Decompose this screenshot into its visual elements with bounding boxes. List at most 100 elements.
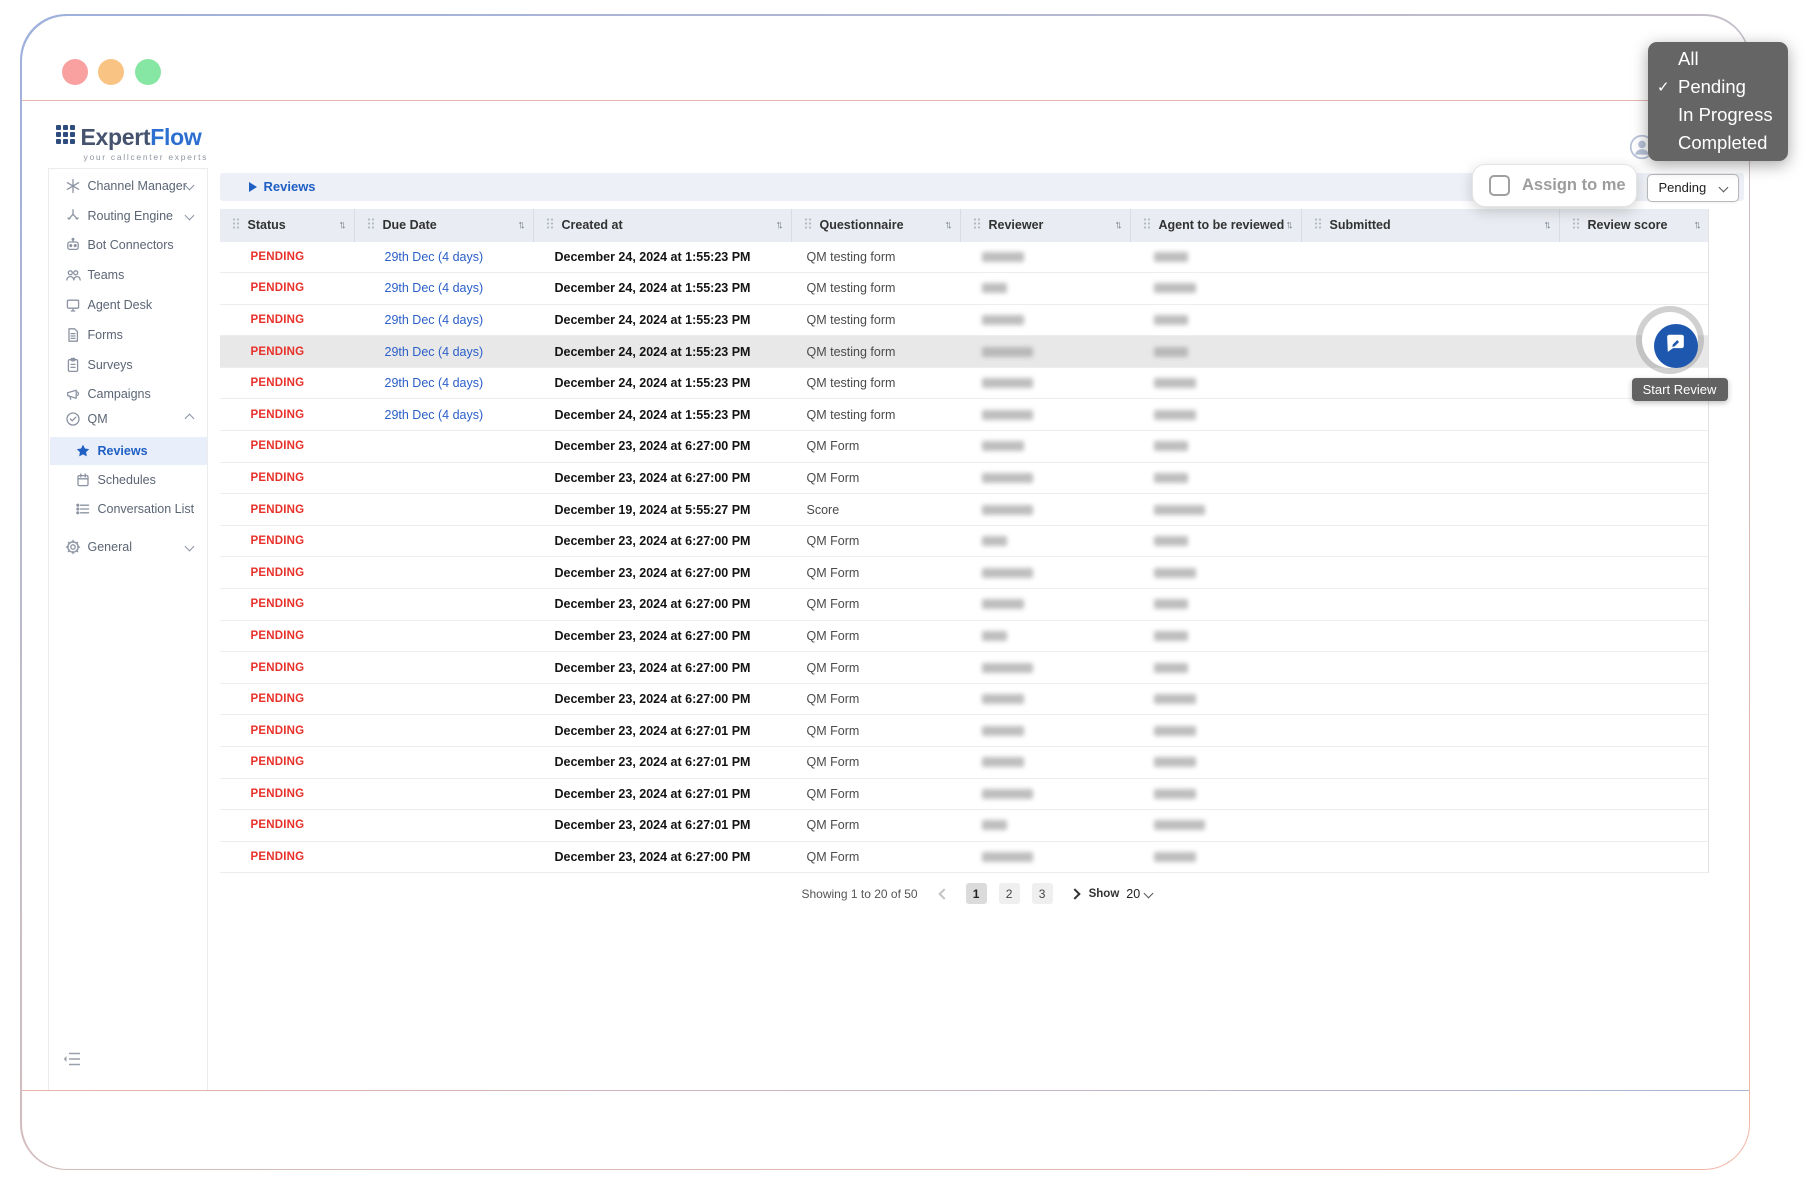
column-header-review-score[interactable]: Review score ↑↓ <box>1560 209 1709 242</box>
page-button-3[interactable]: 3 <box>1031 883 1053 904</box>
assign-to-me-checkbox[interactable] <box>1489 175 1510 196</box>
sort-icon[interactable]: ↑↓ <box>339 219 347 231</box>
table-row[interactable]: PENDING December 19, 2024 at 5:55:27 PM Sc… <box>219 494 1708 526</box>
table-row[interactable]: PENDING December 23, 2024 at 6:27:00 PM QM… <box>219 683 1708 716</box>
status-filter-select[interactable]: Pending <box>1646 173 1739 202</box>
table-row[interactable]: PENDING December 23, 2024 at 6:27:00 PM QM… <box>219 620 1708 653</box>
sidebar-item-bot-connectors[interactable]: Bot Connectors <box>50 231 207 259</box>
sidebar-item-conversation-list[interactable]: Conversation List <box>50 495 207 523</box>
table-row[interactable]: PENDING December 23, 2024 at 6:27:00 PM QM… <box>219 841 1709 874</box>
cell-quest: QM Form <box>806 439 860 454</box>
window-close-button[interactable] <box>61 58 88 85</box>
sidebar-item-qm[interactable]: QM <box>50 405 207 433</box>
sort-icon[interactable]: ↑↓ <box>1286 219 1294 231</box>
filter-option-all[interactable]: All <box>1648 45 1788 73</box>
start-review-button[interactable] <box>1653 323 1698 368</box>
redacted-text <box>981 725 1024 736</box>
qm-icon <box>65 411 81 427</box>
drag-handle-icon[interactable] <box>1143 216 1151 234</box>
table-row[interactable]: PENDING December 23, 2024 at 6:27:01 PM QM… <box>219 747 1708 779</box>
sidebar-item-surveys[interactable]: Surveys <box>50 351 207 379</box>
sidebar-item-routing-engine[interactable]: Routing Engine <box>50 202 207 230</box>
cell-submitted <box>1302 652 1560 683</box>
cell-status: PENDING <box>250 787 305 800</box>
column-header-agent-to-be-reviewed[interactable]: Agent to be reviewed ↑↓ <box>1131 208 1302 242</box>
table-row[interactable]: PENDING 29th Dec (4 days) December 24, 202… <box>219 367 1708 400</box>
show-label: Show <box>1088 887 1120 900</box>
redacted-text <box>1153 820 1205 831</box>
table-row[interactable]: PENDING December 23, 2024 at 6:27:00 PM QM… <box>219 589 1708 621</box>
page-buttons: 123 <box>965 883 1065 904</box>
redacted-text <box>981 820 1007 831</box>
next-page-icon[interactable] <box>1068 887 1081 900</box>
cell-score <box>1560 842 1709 873</box>
filter-option-completed[interactable]: Completed <box>1648 129 1788 157</box>
sidebar-item-label: Routing Engine <box>87 208 173 223</box>
chevron-down-icon <box>1143 888 1154 899</box>
table-row[interactable]: PENDING December 23, 2024 at 6:27:01 PM QM… <box>219 715 1708 747</box>
sidebar-item-schedules[interactable]: Schedules <box>50 466 207 494</box>
table-row[interactable]: PENDING 29th Dec (4 days) December 24, 202… <box>219 399 1708 432</box>
drag-handle-icon[interactable] <box>546 216 554 234</box>
sidebar-item-label: Teams <box>87 267 125 282</box>
table-row[interactable]: PENDING December 23, 2024 at 6:27:01 PM QM… <box>219 778 1708 811</box>
drag-handle-icon[interactable] <box>1314 216 1322 234</box>
toolbar-divider <box>21 99 1749 101</box>
table-row[interactable]: PENDING December 23, 2024 at 6:27:00 PM QM… <box>219 557 1708 590</box>
table-row[interactable]: PENDING December 23, 2024 at 6:27:00 PM QM… <box>219 462 1708 495</box>
redacted-text <box>1153 472 1188 483</box>
drag-handle-icon[interactable] <box>804 216 812 234</box>
sort-icon[interactable]: ↑↓ <box>1115 219 1123 231</box>
sort-icon[interactable]: ↑↓ <box>945 219 953 231</box>
sidebar-collapse-icon[interactable] <box>62 1050 82 1068</box>
sort-icon[interactable]: ↑↓ <box>518 219 526 231</box>
drag-handle-icon[interactable] <box>367 216 375 234</box>
table-row[interactable]: PENDING December 23, 2024 at 6:27:01 PM QM… <box>219 810 1708 842</box>
table-row[interactable]: PENDING 29th Dec (4 days) December 24, 202… <box>219 304 1708 337</box>
table-row[interactable]: PENDING December 23, 2024 at 6:27:00 PM QM… <box>219 431 1708 463</box>
column-header-created-at[interactable]: Created at ↑↓ <box>534 208 792 242</box>
window-zoom-button[interactable] <box>134 58 161 85</box>
table-row[interactable]: PENDING 29th Dec (4 days) December 24, 202… <box>219 273 1708 305</box>
table-row[interactable]: PENDING 29th Dec (4 days) December 24, 202… <box>219 241 1708 274</box>
breadcrumb-label[interactable]: Reviews <box>264 179 316 194</box>
sort-icon[interactable]: ↑↓ <box>1694 219 1702 231</box>
redacted-text <box>1153 504 1205 515</box>
window-minimize-button[interactable] <box>97 58 124 85</box>
sidebar-item-general[interactable]: General <box>50 533 207 561</box>
column-header-submitted[interactable]: Submitted ↑↓ <box>1302 208 1560 242</box>
table-row[interactable]: PENDING December 23, 2024 at 6:27:00 PM QM… <box>219 525 1708 558</box>
cell-due <box>355 652 534 683</box>
column-header-questionnaire[interactable]: Questionnaire ↑↓ <box>792 208 961 242</box>
sidebar-item-campaigns[interactable]: Campaigns <box>50 380 207 408</box>
page-button-1[interactable]: 1 <box>965 883 987 904</box>
sidebar-item-forms[interactable]: Forms <box>50 321 207 349</box>
logo-grid-icon <box>55 124 77 150</box>
page-size-select[interactable]: 20 <box>1126 886 1154 901</box>
drag-handle-icon[interactable] <box>973 216 981 234</box>
drag-handle-icon[interactable] <box>232 216 240 234</box>
prev-page-icon[interactable] <box>937 887 950 900</box>
filter-option-in-progress[interactable]: In Progress <box>1648 101 1788 129</box>
column-header-reviewer[interactable]: Reviewer ↑↓ <box>961 208 1131 242</box>
redacted-text <box>1153 441 1188 452</box>
sidebar-item-teams[interactable]: Teams <box>50 261 207 289</box>
cell-created: December 23, 2024 at 6:27:00 PM <box>554 439 751 454</box>
sidebar-item-reviews[interactable]: Reviews <box>49 436 207 465</box>
table-row[interactable]: PENDING 29th Dec (4 days) December 24, 202… <box>219 336 1708 368</box>
sort-icon[interactable]: ↑↓ <box>776 219 784 231</box>
sidebar-item-agent-desk[interactable]: Agent Desk <box>50 291 207 319</box>
table-row[interactable]: PENDING December 23, 2024 at 6:27:00 PM QM… <box>219 652 1708 684</box>
redacted-text <box>981 378 1033 389</box>
drag-handle-icon[interactable] <box>1572 216 1580 234</box>
column-header-due-date[interactable]: Due Date ↑↓ <box>355 208 534 242</box>
page-button-2[interactable]: 2 <box>998 883 1020 904</box>
column-header-status[interactable]: Status ↑↓ <box>220 208 355 242</box>
cell-agent <box>1131 526 1302 557</box>
sidebar-item-label: QM <box>87 411 108 426</box>
redacted-text <box>981 757 1024 768</box>
filter-option-pending[interactable]: ✓ Pending <box>1648 73 1788 101</box>
page-size-value: 20 <box>1126 886 1141 901</box>
sort-icon[interactable]: ↑↓ <box>1544 219 1552 231</box>
sidebar-item-channel-manager[interactable]: Channel Manager <box>50 172 207 200</box>
